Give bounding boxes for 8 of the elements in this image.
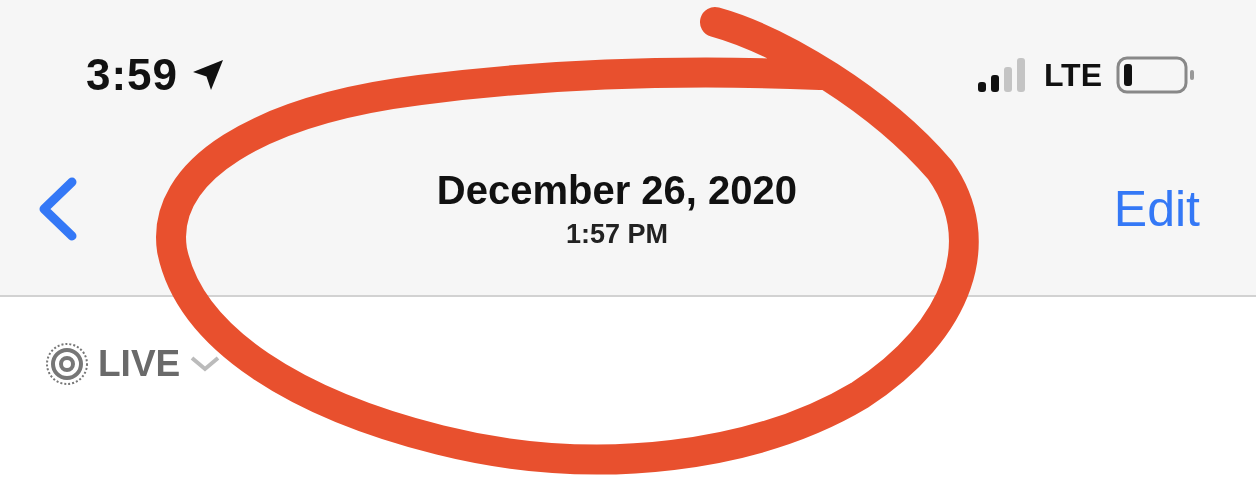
battery-icon — [1116, 56, 1196, 94]
clock-time: 3:59 — [86, 50, 179, 100]
live-button[interactable]: LIVE — [44, 341, 223, 387]
network-label: LTE — [1043, 56, 1102, 94]
edit-button[interactable]: Edit — [1113, 179, 1200, 238]
nav-subtitle: 1:57 PM — [565, 218, 668, 250]
live-photo-icon — [44, 341, 90, 387]
nav-title: December 26, 2020 — [436, 167, 798, 213]
